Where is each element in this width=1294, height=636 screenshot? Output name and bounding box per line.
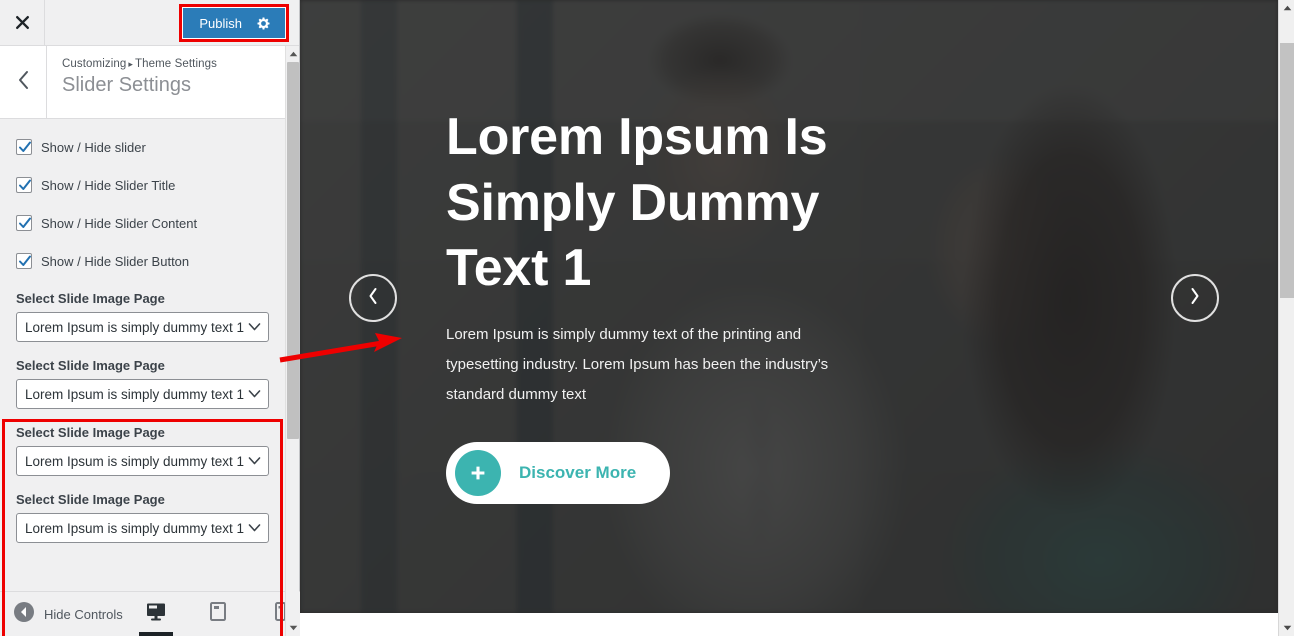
slide-description: Lorem Ipsum is simply dummy text of the … (446, 325, 829, 403)
slide-image-page-select-group: Select Slide Image Page Lorem Ipsum is s… (0, 291, 299, 543)
publish-button[interactable]: Publish (183, 8, 285, 38)
desktop-icon (146, 602, 166, 626)
panel-scroll-body: Show / Hide slider Show / Hide Slider Ti… (0, 119, 299, 636)
checkbox-label: Show / Hide Slider Title (41, 177, 176, 193)
scroll-down-arrow-icon[interactable] (1279, 620, 1294, 636)
checkbox-label: Show / Hide slider (41, 139, 146, 155)
checkbox-row-show-hide-slider-content[interactable]: Show / Hide Slider Content (16, 215, 269, 231)
chevron-right-icon (1188, 286, 1202, 311)
checkbox-row-show-hide-slider-button[interactable]: Show / Hide Slider Button (16, 253, 269, 269)
slider-prev-button[interactable] (349, 274, 397, 322)
slider-next-button[interactable] (1171, 274, 1219, 322)
customizer-panel: Publish Customizing ▸ Theme Settings Sli… (0, 0, 300, 636)
select-label: Select Slide Image Page (16, 358, 165, 373)
gear-icon[interactable] (256, 16, 271, 31)
select-label: Select Slide Image Page (16, 291, 165, 306)
chevron-down-icon[interactable] (248, 457, 261, 466)
customizer-header: Publish (0, 0, 299, 46)
select-label: Select Slide Image Page (16, 425, 165, 440)
select-slide-image-page-2[interactable]: Lorem Ipsum is simply dummy text 1 (16, 379, 269, 409)
browser-scrollbar-thumb[interactable] (1280, 43, 1294, 298)
panel-scrollbar[interactable] (285, 46, 299, 636)
checkbox-label: Show / Hide Slider Content (41, 215, 198, 231)
site-preview-frame: Lorem Ipsum Is Simply Dummy Text 1 Lorem… (300, 0, 1294, 636)
chevron-left-icon (366, 286, 380, 311)
plus-icon (455, 449, 501, 496)
scroll-up-arrow-icon[interactable] (1279, 0, 1294, 16)
hide-controls-button[interactable]: Hide Controls (0, 601, 136, 627)
panel-back-button[interactable] (0, 46, 47, 118)
checkbox-row-show-hide-slider[interactable]: Show / Hide slider (16, 139, 269, 155)
tablet-icon (210, 602, 226, 626)
discover-more-button[interactable]: Discover More (446, 441, 671, 504)
mobile-icon (274, 602, 286, 626)
select-slide-image-page-4[interactable]: Lorem Ipsum is simply dummy text 1 (16, 513, 269, 543)
checkbox-label: Show / Hide Slider Button (41, 253, 190, 269)
page-title: Slider Settings (62, 74, 191, 96)
publish-button-label: Publish (199, 15, 242, 31)
checkbox-show-hide-slider-button[interactable] (16, 253, 32, 269)
collapse-left-arrow-icon[interactable] (14, 601, 34, 627)
slide-title: Lorem Ipsum Is Simply Dummy Text 1 (446, 108, 828, 298)
close-customizer-button[interactable] (0, 0, 45, 45)
publish-highlight-box: Publish (179, 4, 289, 42)
select-value: Lorem Ipsum is simply dummy text 1 (25, 386, 245, 402)
customizer-screen: Publish Customizing ▸ Theme Settings Sli… (0, 0, 1294, 636)
chevron-down-icon[interactable] (248, 323, 261, 332)
breadcrumb-root[interactable]: Customizing (62, 58, 126, 70)
checkbox-row-show-hide-slider-title[interactable]: Show / Hide Slider Title (16, 177, 269, 193)
panel-scrollbar-thumb[interactable] (287, 62, 299, 439)
breadcrumb-separator: ▸ (128, 59, 133, 69)
chevron-down-icon[interactable] (248, 524, 261, 533)
discover-more-label: Discover More (519, 462, 637, 482)
select-slide-image-page-1[interactable]: Lorem Ipsum is simply dummy text 1 (16, 312, 269, 342)
checkbox-show-hide-slider-content[interactable] (16, 215, 32, 231)
scroll-down-arrow-icon[interactable] (286, 620, 300, 636)
panel-title-bar: Customizing ▸ Theme Settings Slider Settin… (0, 46, 299, 119)
panel-title-text: Customizing ▸ Theme Settings Slider Settin… (47, 46, 217, 118)
controls-list: Show / Hide slider Show / Hide Slider Ti… (0, 119, 281, 269)
chevron-left-icon (17, 70, 30, 95)
close-x-icon (15, 15, 30, 30)
select-label: Select Slide Image Page (16, 492, 165, 507)
select-value: Lorem Ipsum is simply dummy text 1 (25, 319, 245, 335)
scroll-up-arrow-icon[interactable] (286, 46, 300, 62)
browser-scrollbar[interactable] (1278, 0, 1294, 636)
chevron-down-icon[interactable] (248, 390, 261, 399)
hero-content: Lorem Ipsum Is Simply Dummy Text 1 Lorem… (446, 105, 866, 504)
checkbox-show-hide-slider-title[interactable] (16, 177, 32, 193)
select-slide-image-page-3[interactable]: Lorem Ipsum is simply dummy text 1 (16, 446, 269, 476)
hide-controls-label: Hide Controls (44, 606, 123, 622)
hero-slider: Lorem Ipsum Is Simply Dummy Text 1 Lorem… (300, 0, 1278, 613)
device-button-tablet[interactable] (198, 592, 238, 636)
select-value: Lorem Ipsum is simply dummy text 1 (25, 453, 245, 469)
device-button-desktop[interactable] (136, 592, 176, 636)
select-value: Lorem Ipsum is simply dummy text 1 (25, 520, 245, 536)
breadcrumb: Customizing ▸ Theme Settings (62, 58, 217, 70)
device-preview-switcher (136, 592, 300, 636)
breadcrumb-parent[interactable]: Theme Settings (135, 58, 217, 70)
customizer-footer: Hide Controls (0, 591, 300, 636)
checkbox-show-hide-slider[interactable] (16, 139, 32, 155)
